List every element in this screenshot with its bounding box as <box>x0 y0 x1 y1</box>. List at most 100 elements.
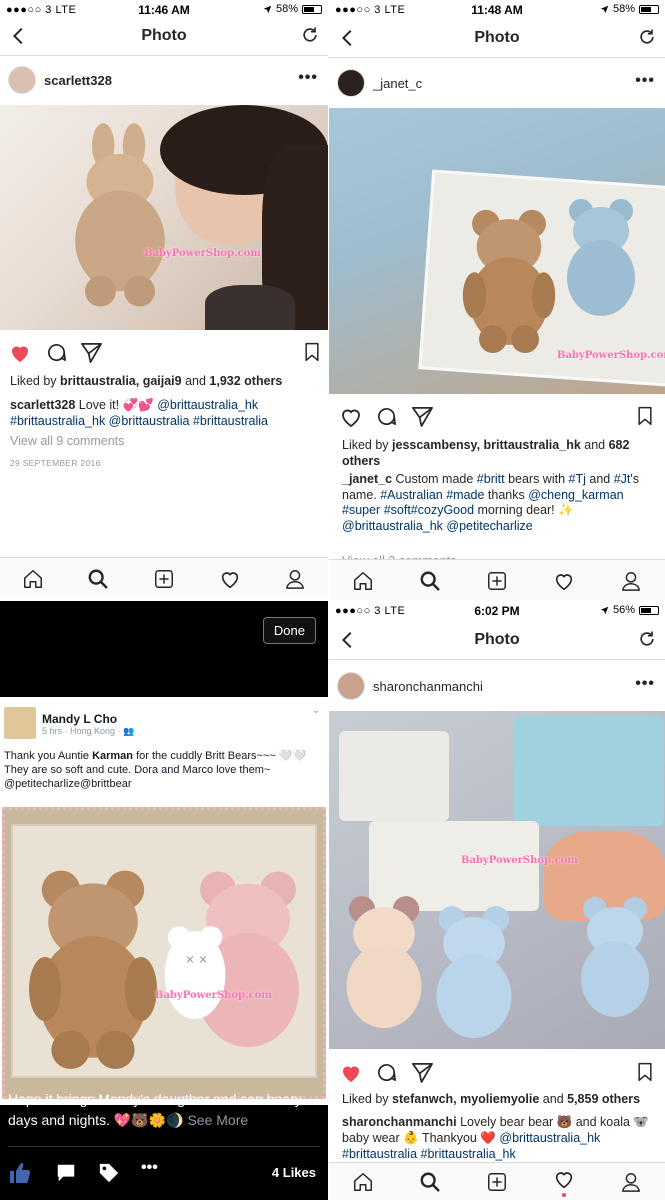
caption-mention[interactable]: @brittaustralia_hk <box>499 1131 600 1145</box>
post-photo[interactable]: BabyPowerShop.com <box>329 108 665 394</box>
caption-hashtag[interactable]: #Tj <box>569 472 586 486</box>
more-options-icon[interactable]: ••• <box>298 69 318 87</box>
light-blue-bear-image <box>436 906 512 1039</box>
more-options-icon[interactable]: ••• <box>635 675 655 693</box>
likes-and: and <box>181 374 210 388</box>
likes-users[interactable]: jesscambensy, brittaustralia_hk <box>392 438 581 452</box>
chevron-down-icon[interactable]: ⌄ <box>312 705 320 716</box>
comment-icon[interactable] <box>375 1061 398 1084</box>
activity-heart-icon[interactable] <box>553 570 575 592</box>
caption-hashtag[interactable]: #britt <box>477 472 505 486</box>
heart-icon[interactable] <box>339 1061 363 1085</box>
caption-hashtag[interactable]: #Australian #made <box>380 488 484 502</box>
tag-icon[interactable] <box>98 1162 120 1184</box>
likes-count[interactable]: 1,932 others <box>209 374 282 388</box>
bear-tag-image: × × <box>164 926 226 1019</box>
avatar[interactable] <box>337 69 365 97</box>
watermark: BabyPowerShop.com <box>155 990 272 1001</box>
add-post-icon[interactable] <box>153 568 175 590</box>
more-options-icon[interactable]: ••• <box>141 1159 158 1177</box>
watermark: BabyPowerShop.com <box>461 855 578 866</box>
share-icon[interactable] <box>80 341 103 364</box>
share-icon[interactable] <box>411 405 434 428</box>
svg-text:× ×: × × <box>185 953 207 966</box>
home-icon[interactable] <box>352 570 374 592</box>
caption-username[interactable]: scarlett328 <box>10 398 75 412</box>
more-options-icon[interactable]: ••• <box>635 72 655 90</box>
avatar[interactable] <box>337 672 365 700</box>
avatar[interactable] <box>4 707 36 739</box>
post-photo[interactable]: BabyPowerShop.com <box>0 105 328 330</box>
likes-count[interactable]: 4 Likes <box>272 1165 316 1180</box>
profile-icon[interactable] <box>620 570 642 592</box>
caption-hashtags[interactable]: #brittaustralia_hk @brittaustralia #brit… <box>10 414 268 428</box>
username[interactable]: sharonchanmanchi <box>373 679 483 694</box>
refresh-icon[interactable] <box>637 27 657 47</box>
username[interactable]: _janet_c <box>373 76 422 91</box>
profile-icon[interactable] <box>620 1171 642 1193</box>
refresh-icon[interactable] <box>637 629 657 649</box>
post-header: sharonchanmanchi ••• <box>329 663 665 711</box>
likes-and: and <box>580 438 609 452</box>
post-header: scarlett328 ••• <box>0 57 328 105</box>
tab-bar <box>0 557 328 599</box>
see-more-link[interactable]: See More <box>184 1112 248 1128</box>
caption-hashtag[interactable]: #Jt <box>614 472 631 486</box>
view-comments-link[interactable]: View all 9 comments <box>10 433 320 449</box>
caption-username[interactable]: sharonchanmanchi <box>342 1115 457 1129</box>
action-bar <box>0 337 328 367</box>
caption-text: thanks <box>484 487 529 502</box>
comment-icon[interactable] <box>45 341 68 364</box>
caption-mention[interactable]: @brittaustralia_hk <box>157 398 258 412</box>
like-thumb-icon[interactable] <box>8 1161 32 1185</box>
caption-mention[interactable]: @brittaustralia_hk @petitecharlize <box>342 519 533 533</box>
post-card: ⌄ Thank you Auntie Karman for the cuddly… <box>0 697 328 1105</box>
add-post-icon[interactable] <box>486 1171 508 1193</box>
bookmark-icon[interactable] <box>635 405 655 427</box>
search-icon[interactable] <box>419 570 441 592</box>
likes-prefix: Liked by <box>10 374 61 388</box>
likes-users[interactable]: brittaustralia, gaijai9 <box>60 374 182 388</box>
caption-hashtags[interactable]: #brittaustralia #brittaustralia_hk <box>342 1147 516 1161</box>
poster-name[interactable]: Mandy L Cho <box>42 712 117 726</box>
search-icon[interactable] <box>87 568 109 590</box>
battery-percent: 58% <box>275 3 298 15</box>
heart-icon[interactable] <box>8 341 32 365</box>
activity-heart-icon[interactable] <box>553 1168 575 1190</box>
watermark: BabyPowerShop.com <box>557 350 665 361</box>
location-arrow-icon <box>600 5 609 14</box>
fb-action-bar: ••• 4 Likes <box>0 1157 328 1193</box>
heart-icon[interactable] <box>339 405 363 429</box>
page-title: Photo <box>474 29 520 46</box>
done-button[interactable]: Done <box>262 617 316 644</box>
baby-shirt-white <box>339 731 449 821</box>
refresh-icon[interactable] <box>300 25 320 45</box>
bookmark-icon[interactable] <box>635 1061 655 1083</box>
home-icon[interactable] <box>22 568 44 590</box>
likes-users[interactable]: stefanwch, myoliemyolie <box>392 1092 539 1106</box>
post-text: Thank you Auntie Karman for the cuddly B… <box>4 749 316 791</box>
status-bar: ●●●○○ 3 LTE 6:02 PM 56% <box>329 601 665 621</box>
activity-heart-icon[interactable] <box>219 568 241 590</box>
caption-username[interactable]: _janet_c <box>342 472 392 486</box>
search-icon[interactable] <box>419 1171 441 1193</box>
bookmark-icon[interactable] <box>302 341 322 363</box>
add-post-icon[interactable] <box>486 570 508 592</box>
home-icon[interactable] <box>352 1171 374 1193</box>
avatar[interactable] <box>8 66 36 94</box>
likes-prefix: Liked by <box>342 438 393 452</box>
post-photo[interactable]: × × BabyPowerShop.com <box>2 807 326 1099</box>
comment-icon[interactable] <box>375 405 398 428</box>
brown-bear-image <box>13 850 173 1080</box>
post-photo[interactable]: BabyPowerShop.com <box>329 711 665 1049</box>
likes-count[interactable]: 5,859 others <box>567 1092 640 1106</box>
activity-tab[interactable] <box>553 1168 575 1197</box>
post-mention-bold[interactable]: Karman <box>92 750 133 762</box>
nav-bar: Photo <box>329 20 665 58</box>
plush-bunny-image <box>75 123 165 307</box>
username[interactable]: scarlett328 <box>44 73 112 88</box>
comment-icon[interactable] <box>55 1162 77 1184</box>
profile-icon[interactable] <box>284 568 306 590</box>
share-icon[interactable] <box>411 1061 434 1084</box>
status-right: 58% <box>600 3 659 15</box>
